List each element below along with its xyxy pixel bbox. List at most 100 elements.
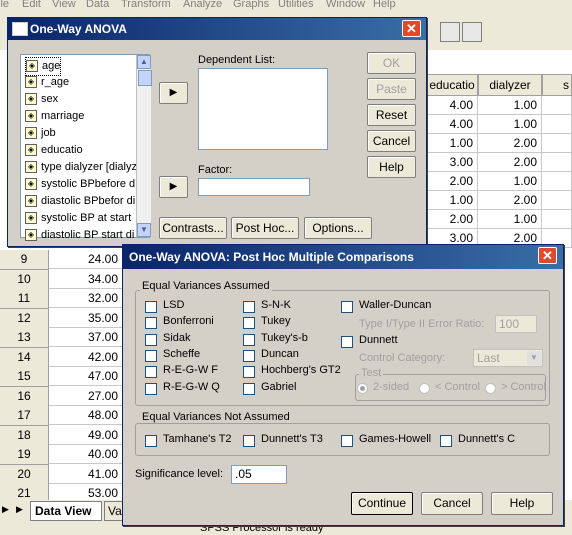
table-cell[interactable] <box>542 115 572 134</box>
table-cell[interactable]: 32.00 <box>49 289 123 308</box>
tab-data-view[interactable]: Data View <box>30 501 102 521</box>
tab-scroll-right-icon[interactable]: ▶ <box>16 504 23 515</box>
variable-list-item[interactable]: ◈ type dialyzer [dialyz <box>25 159 137 176</box>
posthoc-help-button[interactable]: Help <box>491 492 553 515</box>
significance-field[interactable]: .05 <box>231 465 287 484</box>
table-cell[interactable]: 49.00 <box>49 425 123 445</box>
dunnett-checkbox[interactable] <box>341 336 353 348</box>
move-to-factor-button[interactable]: ▶ <box>159 176 188 198</box>
toolbar-button-icon[interactable] <box>462 22 482 42</box>
table-cell[interactable]: 2.00 <box>478 134 542 153</box>
scroll-up-icon[interactable]: ▲ <box>137 55 151 69</box>
options-button[interactable]: Options... <box>304 217 372 239</box>
greater-control-radio[interactable] <box>485 383 496 394</box>
menu-data[interactable]: Data <box>86 0 109 10</box>
row-header[interactable]: 12 <box>0 308 49 329</box>
table-cell[interactable]: 1.00 <box>478 115 542 134</box>
variable-list-item[interactable]: ◈ systolic BPbefore d <box>25 176 135 193</box>
menu-transform[interactable]: Transform <box>121 0 171 10</box>
chevron-down-icon[interactable]: ▼ <box>527 351 541 365</box>
posthoc-checkbox[interactable] <box>243 349 255 362</box>
posthoc-checkbox[interactable] <box>243 382 255 395</box>
table-cell[interactable]: 37.00 <box>49 328 123 347</box>
column-header-dialyzer[interactable]: dialyzer <box>478 74 542 96</box>
move-to-dependent-button[interactable]: ▶ <box>159 82 188 104</box>
row-header[interactable]: 20 <box>0 464 49 485</box>
two-sided-radio[interactable] <box>357 383 368 394</box>
posthoc-checkbox[interactable] <box>145 382 157 395</box>
posthoc-checkbox[interactable] <box>145 366 157 379</box>
scroll-down-icon[interactable]: ▼ <box>137 223 151 237</box>
table-cell[interactable]: 27.00 <box>49 386 123 406</box>
table-cell[interactable]: 3.00 <box>426 153 478 172</box>
ok-button[interactable]: OK <box>367 52 416 74</box>
table-cell[interactable]: 35.00 <box>49 308 123 328</box>
variable-list-item[interactable]: ◈ educatio <box>25 142 83 159</box>
menu-window[interactable]: Window <box>326 0 365 10</box>
variable-list-item[interactable]: ◈ marriage <box>25 108 84 125</box>
table-cell[interactable]: 41.00 <box>49 464 123 484</box>
waller-duncan-checkbox[interactable] <box>341 301 353 313</box>
variable-list-item[interactable]: ◈ job <box>25 125 56 142</box>
anova-help-button[interactable]: Help <box>367 156 416 178</box>
tab-scroll-left-icon[interactable]: ▶ <box>2 504 9 515</box>
menu-file[interactable]: ile <box>0 0 9 10</box>
posthoc-close-icon[interactable]: ✕ <box>538 247 557 264</box>
column-header-next[interactable]: s <box>542 74 572 96</box>
posthoc-cancel-button[interactable]: Cancel <box>421 492 483 515</box>
table-cell[interactable] <box>542 210 572 229</box>
posthoc-checkbox[interactable] <box>243 333 255 346</box>
table-cell[interactable] <box>542 191 572 210</box>
table-cell[interactable]: 24.00 <box>49 250 123 269</box>
variable-list-item[interactable]: ◈ diastolic BPbefor di <box>25 193 135 210</box>
dependent-list[interactable] <box>198 68 328 150</box>
tab-scroll-buttons[interactable]: ▶ ▶ <box>0 502 30 518</box>
toolbar-button-icon[interactable] <box>440 22 460 42</box>
variable-list-scrollbar[interactable]: ▲ ▼ <box>136 55 152 237</box>
row-header[interactable]: 9 <box>0 250 49 270</box>
table-cell[interactable]: 4.00 <box>426 96 478 115</box>
table-cell[interactable]: 1.00 <box>478 96 542 115</box>
menu-edit[interactable]: Edit <box>22 0 41 10</box>
row-header[interactable]: 18 <box>0 425 49 446</box>
scroll-thumb[interactable] <box>138 70 152 86</box>
row-header[interactable]: 11 <box>0 289 49 309</box>
row-header[interactable]: 15 <box>0 367 49 387</box>
table-cell[interactable]: 1.00 <box>426 191 478 210</box>
table-cell[interactable]: 2.00 <box>478 191 542 210</box>
table-cell[interactable]: 34.00 <box>49 269 123 289</box>
posthoc-checkbox[interactable] <box>243 366 255 379</box>
table-cell[interactable]: 2.00 <box>426 172 478 191</box>
factor-field[interactable] <box>198 178 310 196</box>
menu-utilities[interactable]: Utilities <box>278 0 313 10</box>
dunnett-t3-checkbox[interactable] <box>243 435 255 447</box>
row-header[interactable]: 16 <box>0 386 49 407</box>
reset-button[interactable]: Reset <box>367 104 416 126</box>
table-cell[interactable]: 1.00 <box>478 210 542 229</box>
table-cell[interactable]: 1.00 <box>478 172 542 191</box>
table-cell[interactable]: 4.00 <box>426 115 478 134</box>
table-cell[interactable] <box>542 172 572 191</box>
menu-graphs[interactable]: Graphs <box>233 0 269 10</box>
table-cell[interactable] <box>542 153 572 172</box>
post-hoc-button[interactable]: Post Hoc... <box>231 217 299 239</box>
menu-view[interactable]: View <box>52 0 76 10</box>
variable-list-item[interactable]: ◈ diastolic BP start di <box>25 227 134 244</box>
continue-button[interactable]: Continue <box>351 492 413 515</box>
dunnett-c-checkbox[interactable] <box>440 435 452 447</box>
table-cell[interactable]: 42.00 <box>49 347 123 367</box>
variable-list-item[interactable]: ◈ systolic BP at start <box>25 210 131 227</box>
posthoc-checkbox[interactable] <box>145 349 157 362</box>
tamhane-checkbox[interactable] <box>145 435 157 447</box>
table-cell[interactable]: 2.00 <box>426 210 478 229</box>
row-header[interactable]: 17 <box>0 406 49 426</box>
row-header[interactable]: 19 <box>0 445 49 465</box>
variable-list[interactable]: ◈ age ◈ r_age ◈ sex ◈ marriage ◈ job ◈ educatio ◈ typ… <box>20 54 152 242</box>
error-ratio-field[interactable]: 100 <box>495 315 537 333</box>
games-howell-checkbox[interactable] <box>341 435 353 447</box>
table-cell[interactable]: 47.00 <box>49 367 123 386</box>
table-cell[interactable] <box>542 96 572 115</box>
less-control-radio[interactable] <box>419 383 430 394</box>
table-cell[interactable] <box>542 134 572 153</box>
posthoc-checkbox[interactable] <box>145 301 157 313</box>
